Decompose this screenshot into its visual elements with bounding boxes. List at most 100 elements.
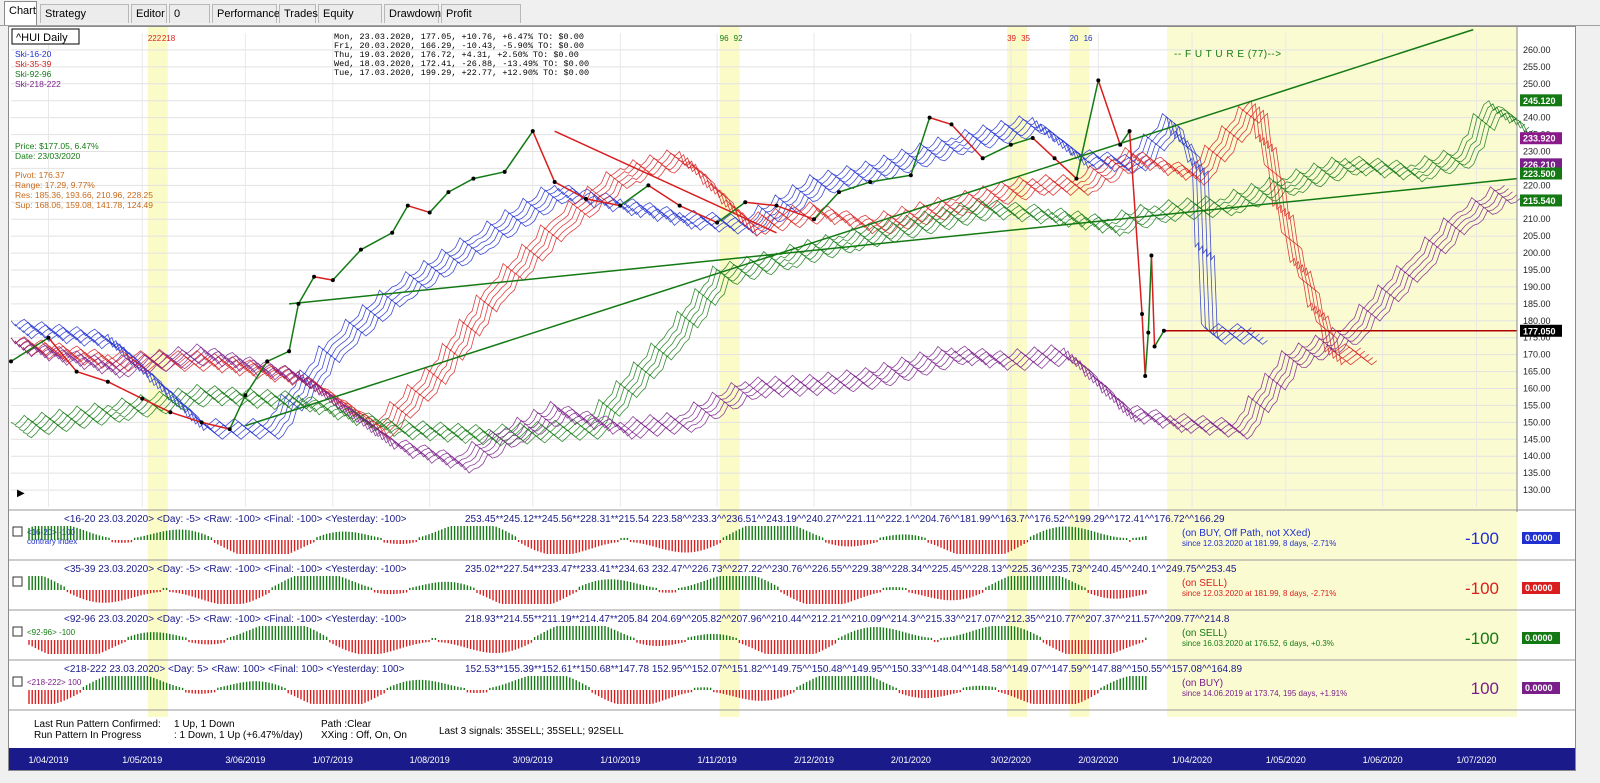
range-readout: Range: 17.29, 9.77%	[15, 180, 95, 190]
indicator-sublabel: <218-222> 100	[27, 678, 82, 687]
tab-trades[interactable]: Trades	[279, 4, 318, 23]
indicator-levels: 152.53**155.39**152.61**150.68**147.78 1…	[465, 664, 1242, 675]
y-tick-label: 205.00	[1523, 231, 1551, 241]
footer-progress-value: : 1 Down, 1 Up (+6.47%/day)	[174, 730, 303, 741]
price-point	[1074, 176, 1079, 181]
pivot-readout: Pivot: 176.37	[15, 170, 65, 180]
price-point	[949, 122, 954, 127]
y-tick-label: 250.00	[1523, 79, 1551, 89]
y-tick-label: 180.00	[1523, 316, 1551, 326]
y-tick-label: 190.00	[1523, 282, 1551, 292]
indicator-levels: 235.02**227.54**233.47**233.41**234.63 2…	[465, 564, 1237, 575]
price-point	[743, 200, 748, 205]
tab-bar: Chart Strategy Summary Editor 0 Alerts P…	[0, 0, 1600, 39]
indicator-collapse-icon	[12, 576, 23, 587]
price-segment	[1153, 330, 1165, 347]
tab-equity-curve[interactable]: Equity Curve	[318, 4, 382, 39]
date-axis-label: 1/05/2019	[122, 755, 162, 765]
legend-ski-218-222: Ski-218-222	[15, 79, 61, 89]
column-mark-label: 20	[1070, 34, 1079, 43]
price-point	[1096, 78, 1101, 83]
price-segment	[473, 171, 505, 180]
y-tick-label: 145.00	[1523, 434, 1551, 444]
price-segment	[532, 130, 556, 183]
y-tick-label: 195.00	[1523, 265, 1551, 275]
indicator-since: since 16.03.2020 at 176.52, 6 days, +0.3…	[1182, 639, 1334, 648]
date-axis-label: 1/08/2019	[410, 755, 450, 765]
price-point	[552, 179, 557, 184]
price-point	[1152, 344, 1157, 349]
date-readout: Date: 23/03/2020	[15, 151, 80, 161]
indicator-status: (on BUY)	[1182, 678, 1223, 689]
y-tick-label: 140.00	[1523, 451, 1551, 461]
indicator-status: (on BUY, Off Path, not XXed)	[1182, 528, 1311, 539]
date-axis-label: 1/10/2019	[600, 755, 640, 765]
date-axis-label: 3/06/2019	[225, 755, 265, 765]
scroll-arrow-icon[interactable]: ▶	[17, 488, 25, 499]
y-tick-label: 240.00	[1523, 113, 1551, 123]
footer-confirmed-label: Last Run Pattern Confirmed:	[34, 719, 161, 730]
price-chart[interactable]: 130.00135.00140.00145.00150.00155.00160.…	[9, 27, 1575, 770]
indicator-since: since 12.03.2020 at 181.99, 8 days, -2.7…	[1182, 539, 1336, 548]
y-tick-label: 185.00	[1523, 299, 1551, 309]
price-point	[446, 190, 451, 195]
price-badge-label: 215.540	[1523, 196, 1556, 206]
price-point	[46, 335, 51, 340]
tab-performance[interactable]: Performance	[212, 4, 280, 23]
price-point	[677, 203, 682, 208]
price-line	[9, 78, 1166, 432]
indicator-sublabel: <92-96> -100	[27, 628, 76, 637]
indicator-header: <16-20 23.03.2020> <Day: -5> <Raw: -100>…	[64, 514, 407, 525]
indicator-value: -100	[1465, 529, 1499, 548]
price-point	[868, 179, 873, 184]
indicator-levels: 218.93**214.55**211.19**214.47**205.84 2…	[465, 614, 1230, 625]
y-tick-label: 260.00	[1523, 45, 1551, 55]
price-point	[358, 247, 363, 252]
legend-ski-92-96: Ski-92-96	[15, 69, 52, 79]
indicator-status: (on SELL)	[1182, 628, 1227, 639]
price-point	[312, 274, 317, 279]
tab-editor[interactable]: Editor	[131, 4, 167, 23]
price-point	[908, 173, 913, 178]
price-point	[1149, 253, 1154, 258]
indicator-collapse-icon	[12, 626, 23, 637]
footer-confirmed-value: 1 Up, 1 Down	[174, 719, 235, 730]
price-point	[330, 278, 335, 283]
tab-chart[interactable]: Chart	[4, 1, 37, 25]
price-segment	[1150, 255, 1156, 347]
indicator-value: -100	[1465, 629, 1499, 648]
y-tick-label: 170.00	[1523, 350, 1551, 360]
y-tick-label: 160.00	[1523, 384, 1551, 394]
price-segment	[407, 204, 430, 214]
price-point	[471, 176, 476, 181]
price-point	[530, 129, 535, 134]
column-mark-label: 222	[148, 34, 162, 43]
price-point	[1127, 129, 1132, 134]
price-point	[1008, 142, 1013, 147]
legend-ski-35-39: Ski-35-39	[15, 59, 52, 69]
indicator-since: since 14.06.2019 at 173.74, 195 days, +1…	[1182, 689, 1347, 698]
tab-alerts[interactable]: 0 Alerts	[169, 4, 210, 39]
projection-ski-16-20	[14, 116, 1256, 431]
footer-xxing: XXing : Off, On, On	[321, 730, 407, 741]
date-axis-label: 1/06/2020	[1363, 755, 1403, 765]
date-axis-label: 3/02/2020	[991, 755, 1031, 765]
y-tick-label: 200.00	[1523, 248, 1551, 258]
indicator-header: <35-39 23.03.2020> <Day: -5> <Raw: -100>…	[64, 564, 407, 575]
column-mark-label: 39	[1007, 34, 1016, 43]
price-segment	[266, 350, 290, 363]
y-tick-label: 130.00	[1523, 485, 1551, 495]
price-segment	[1032, 137, 1056, 159]
y-tick-label: 165.00	[1523, 367, 1551, 377]
tab-drawdown[interactable]: Drawdown	[384, 4, 441, 23]
symbol-label: ^HUI Daily	[16, 32, 68, 44]
y-tick-label: 155.00	[1523, 400, 1551, 410]
price-point	[199, 420, 204, 425]
tab-strategy-summary[interactable]: Strategy Summary	[40, 4, 129, 39]
tab-profit-distribution[interactable]: Profit Distribution	[441, 4, 521, 39]
price-point	[646, 183, 651, 188]
indicator-status: (on SELL)	[1182, 578, 1227, 589]
price-point	[227, 427, 232, 432]
price-segment	[870, 174, 911, 183]
price-point	[296, 301, 301, 306]
